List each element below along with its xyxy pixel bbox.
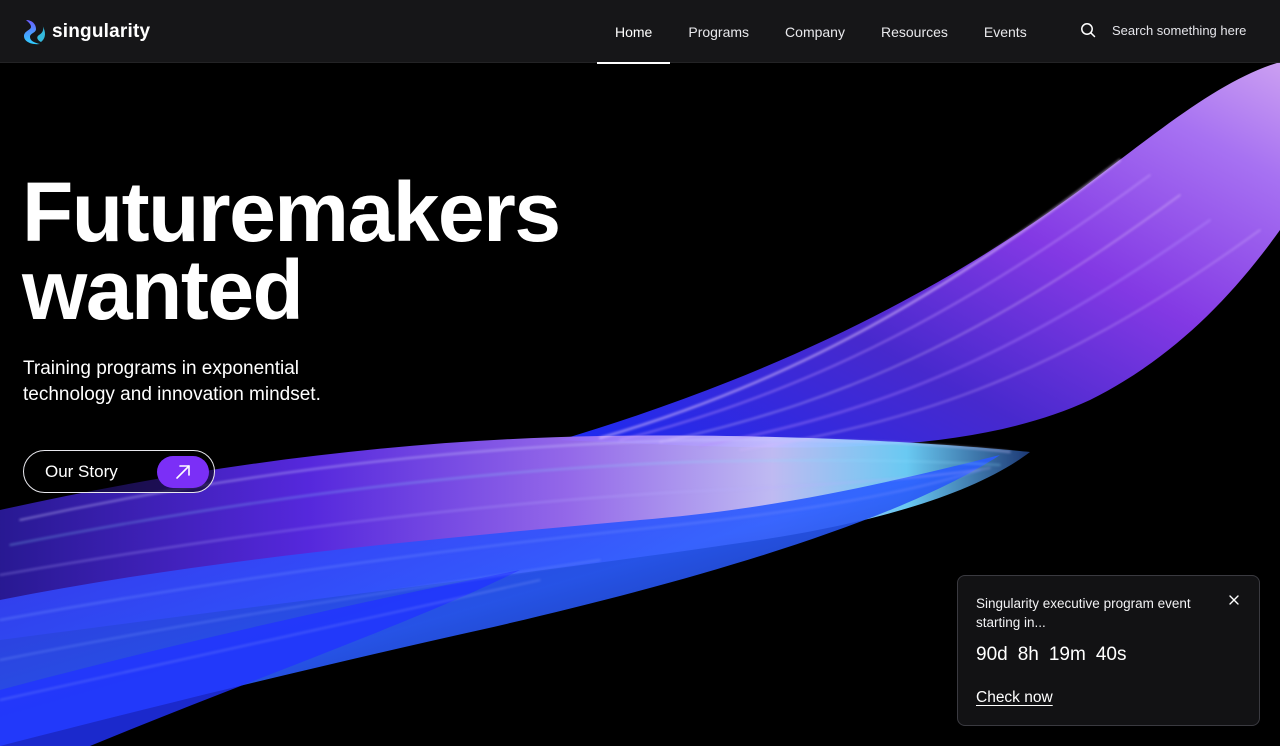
arrow-up-right-icon [176,464,190,479]
nav-item-resources[interactable]: Resources [863,0,966,63]
countdown-days: 90d [976,644,1008,665]
countdown-minutes: 19m [1048,644,1086,665]
logo[interactable]: singularity [22,18,150,46]
our-story-button[interactable]: Our Story [23,450,215,493]
search-box[interactable] [1080,22,1262,38]
nav-item-events[interactable]: Events [966,0,1045,63]
countdown-hours: 8h [1017,644,1039,665]
main-nav: Home Programs Company Resources Events [597,0,1045,64]
search-icon[interactable] [1080,22,1096,38]
page: singularity Home Programs Company Resour… [0,0,1280,746]
hero-title-line-1: Futuremakers [22,165,561,259]
nav-item-company[interactable]: Company [767,0,863,63]
countdown-seconds: 40s [1095,644,1127,665]
top-navigation: singularity Home Programs Company Resour… [0,0,1280,64]
hero-title: Futuremakers wanted [22,165,561,337]
close-icon[interactable] [1229,595,1239,605]
hero-title-line-2: wanted [22,243,304,337]
our-story-label: Our Story [45,461,118,481]
countdown-timer: 90d 8h 19m 40s [976,644,1241,666]
event-popup-text: Singularity executive program event star… [976,596,1191,630]
nav-item-programs[interactable]: Programs [670,0,767,63]
search-input[interactable] [1112,22,1262,38]
brand-name: singularity [52,21,151,42]
event-popup: Singularity executive program event star… [957,575,1260,726]
singularity-logo-icon [24,20,45,45]
nav-item-home[interactable]: Home [597,0,671,64]
check-now-link[interactable]: Check now [976,689,1053,707]
hero-subtitle: Training programs in exponential technol… [23,358,321,405]
our-story-arrow-button[interactable] [157,455,209,488]
close-popup-button[interactable] [1227,593,1241,607]
